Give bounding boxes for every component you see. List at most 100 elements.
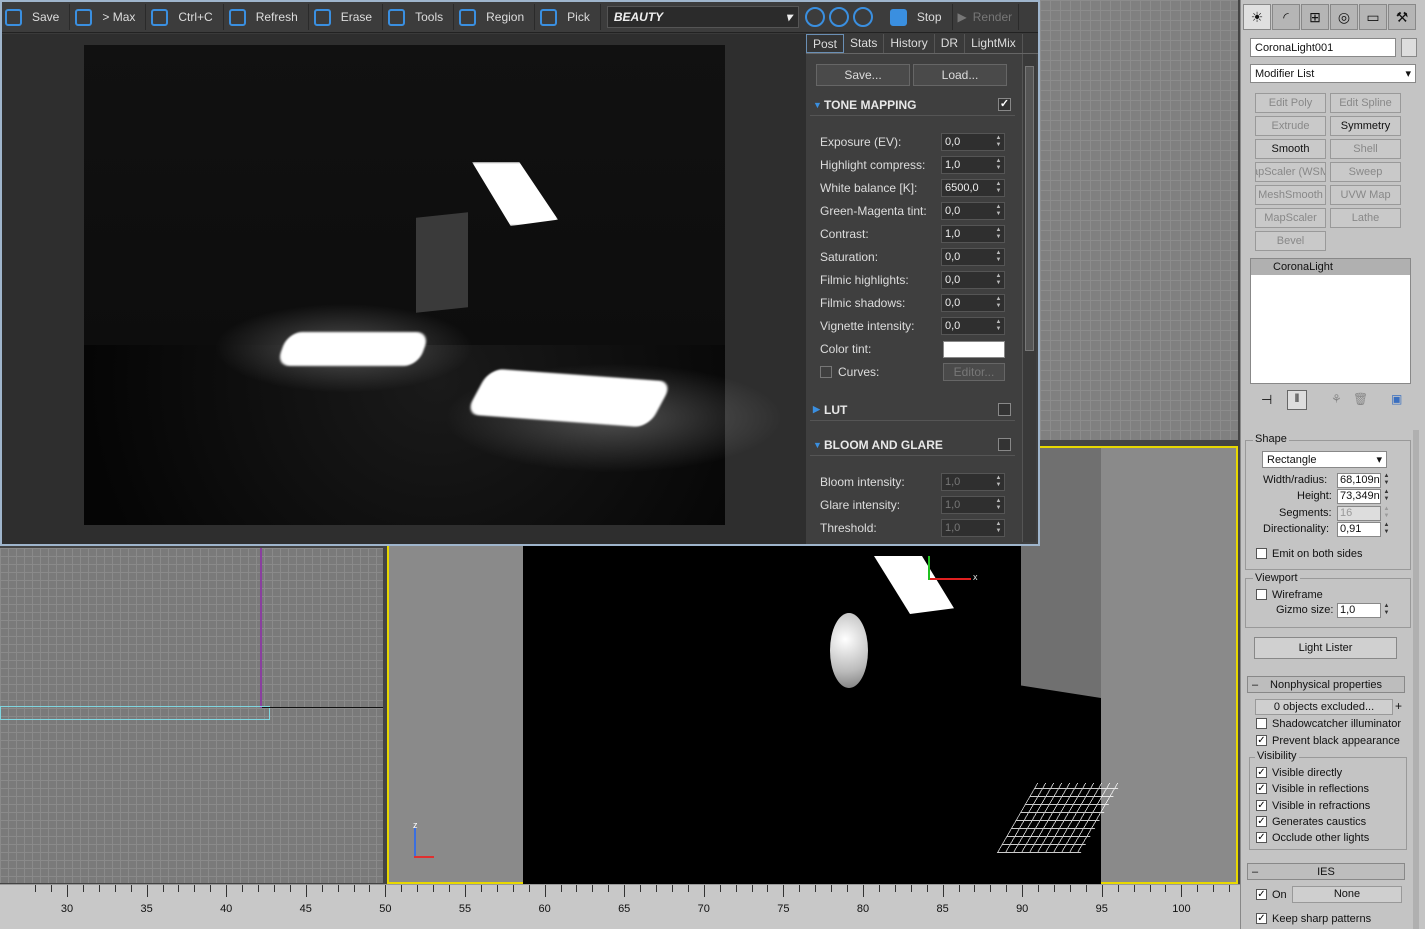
- directionality-spinner[interactable]: 0,91: [1337, 522, 1381, 537]
- spinner-arrows-icon[interactable]: ▲ ▼: [1382, 522, 1391, 537]
- bloom-glare-checkbox[interactable]: [998, 438, 1011, 451]
- toolbar-button-7[interactable]: Pick: [537, 4, 601, 30]
- vfb-tab[interactable]: DR: [935, 34, 966, 53]
- spinner-arrows-icon[interactable]: ▲ ▼: [994, 181, 1003, 195]
- load-settings-button[interactable]: Load...: [913, 64, 1007, 86]
- color-tint-swatch[interactable]: [943, 340, 1005, 358]
- zoom-out-icon[interactable]: [828, 7, 849, 27]
- display-tab-icon[interactable]: ▭: [1359, 4, 1387, 30]
- vfb-panel-scrollbar[interactable]: [1022, 54, 1036, 542]
- spinner-arrows-icon[interactable]: ▲ ▼: [994, 319, 1003, 333]
- visibility-checkbox[interactable]: ✓: [1256, 783, 1267, 795]
- spinner-arrows-icon[interactable]: ▲ ▼: [994, 296, 1003, 310]
- light-lister-button[interactable]: Light Lister: [1254, 637, 1397, 659]
- modifier-button[interactable]: Edit Spline: [1330, 93, 1401, 113]
- spinner-arrows-icon[interactable]: ▲ ▼: [994, 204, 1003, 218]
- vfb-tab[interactable]: History: [884, 34, 935, 53]
- show-end-result-icon[interactable]: ‖: [1287, 390, 1307, 410]
- zoom-in-icon[interactable]: [804, 7, 825, 27]
- modifier-button[interactable]: MeshSmooth: [1255, 185, 1326, 205]
- modifier-button[interactable]: Symmetry: [1330, 116, 1401, 136]
- toolbar-button-4[interactable]: Erase: [311, 4, 384, 30]
- curves-editor-button[interactable]: Editor...: [943, 363, 1005, 381]
- segments-spinner[interactable]: 16: [1337, 506, 1381, 521]
- command-panel-scrollbar[interactable]: [1413, 430, 1419, 929]
- modifier-button[interactable]: Extrude: [1255, 116, 1326, 136]
- lut-checkbox[interactable]: [998, 403, 1011, 416]
- height-spinner[interactable]: 73,349n: [1337, 489, 1381, 504]
- stop-button[interactable]: Stop: [887, 4, 953, 30]
- tone-mapping-checkbox[interactable]: ✓: [998, 98, 1011, 111]
- lut-header[interactable]: ▶ LUT: [810, 399, 1015, 421]
- remove-modifier-icon[interactable]: 🗑: [1353, 392, 1368, 406]
- spinner-arrows-icon[interactable]: ▲ ▼: [994, 227, 1003, 241]
- param-spinner[interactable]: 0,0 ▲ ▼: [941, 202, 1005, 220]
- toolbar-button-6[interactable]: Region: [456, 4, 536, 30]
- visibility-checkbox[interactable]: ✓: [1256, 815, 1267, 827]
- param-spinner[interactable]: 1,0 ▲ ▼: [941, 225, 1005, 243]
- ies-on-checkbox[interactable]: ✓: [1256, 889, 1267, 900]
- timeline-ruler[interactable]: 30 35 40 45 50 55 60 65 70 75 80 85 90 95 100: [0, 884, 1240, 929]
- visibility-checkbox[interactable]: ✓: [1256, 799, 1267, 811]
- add-exclude-icon[interactable]: +: [1395, 699, 1407, 715]
- curves-checkbox[interactable]: [820, 366, 832, 378]
- param-spinner[interactable]: 0,0 ▲ ▼: [941, 271, 1005, 289]
- spinner-arrows-icon[interactable]: ▲ ▼: [994, 521, 1003, 535]
- toolbar-button-5[interactable]: Tools: [385, 4, 455, 30]
- bloom-glare-header[interactable]: ▼ BLOOM AND GLARE: [810, 434, 1015, 456]
- spinner-arrows-icon[interactable]: ▲ ▼: [994, 498, 1003, 512]
- channel-select[interactable]: BEAUTY ▾: [606, 6, 799, 28]
- spinner-arrows-icon[interactable]: ▲ ▼: [1382, 603, 1391, 618]
- prevent-black-checkbox[interactable]: ✓: [1256, 735, 1267, 746]
- nonphysical-rollout-header[interactable]: – Nonphysical properties: [1247, 676, 1405, 693]
- spinner-arrows-icon[interactable]: ▲ ▼: [1382, 473, 1391, 488]
- spinner-arrows-icon[interactable]: ▲ ▼: [994, 135, 1003, 149]
- wireframe-checkbox[interactable]: [1256, 589, 1267, 600]
- modifier-button[interactable]: Edit Poly: [1255, 93, 1326, 113]
- param-spinner[interactable]: 0,0 ▲ ▼: [941, 133, 1005, 151]
- modifier-button[interactable]: Shell: [1330, 139, 1401, 159]
- ies-rollout-header[interactable]: – IES: [1247, 863, 1405, 880]
- shadowcatcher-checkbox[interactable]: [1256, 718, 1267, 729]
- modifier-button[interactable]: Smooth: [1255, 139, 1326, 159]
- param-spinner[interactable]: 1,0 ▲ ▼: [941, 156, 1005, 174]
- modify-tab-icon[interactable]: ◜: [1272, 4, 1300, 30]
- motion-tab-icon[interactable]: ◎: [1330, 4, 1358, 30]
- shape-type-dropdown[interactable]: Rectangle ▾: [1262, 451, 1387, 468]
- spinner-arrows-icon[interactable]: ▲ ▼: [1382, 489, 1391, 504]
- configure-modifiers-icon[interactable]: ▣: [1391, 392, 1402, 406]
- make-unique-icon[interactable]: ⚘: [1331, 392, 1342, 406]
- save-settings-button[interactable]: Save...: [816, 64, 910, 86]
- visibility-checkbox[interactable]: ✓: [1256, 832, 1267, 844]
- modifier-stack-item[interactable]: CoronaLight: [1251, 259, 1410, 275]
- toolbar-button-2[interactable]: Ctrl+C: [148, 4, 224, 30]
- hierarchy-tab-icon[interactable]: ⊞: [1301, 4, 1329, 30]
- toolbar-button-3[interactable]: Refresh: [226, 4, 309, 30]
- gizmo-size-spinner[interactable]: 1,0: [1337, 603, 1381, 618]
- render-button[interactable]: ▶ Render: [955, 4, 1020, 30]
- spinner-arrows-icon[interactable]: ▲ ▼: [994, 250, 1003, 264]
- create-tab-icon[interactable]: ☀: [1243, 4, 1271, 30]
- emit-both-sides-checkbox[interactable]: [1256, 548, 1267, 559]
- param-spinner[interactable]: 1,0 ▲ ▼: [941, 496, 1005, 514]
- param-spinner[interactable]: 1,0 ▲ ▼: [941, 519, 1005, 537]
- param-spinner[interactable]: 0,0 ▲ ▼: [941, 248, 1005, 266]
- spinner-arrows-icon[interactable]: ▲ ▼: [1382, 506, 1391, 521]
- scrollbar-thumb[interactable]: [1025, 66, 1034, 351]
- spinner-arrows-icon[interactable]: ▲ ▼: [994, 475, 1003, 489]
- utilities-tab-icon[interactable]: ⚒: [1388, 4, 1416, 30]
- viewport-left[interactable]: [0, 548, 383, 883]
- modifier-button[interactable]: Lathe: [1330, 208, 1401, 228]
- modifier-button[interactable]: apScaler (WSM: [1255, 162, 1326, 182]
- param-spinner[interactable]: 6500,0 ▲ ▼: [941, 179, 1005, 197]
- visibility-checkbox[interactable]: ✓: [1256, 767, 1267, 778]
- tone-mapping-header[interactable]: ▼ TONE MAPPING ✓: [810, 94, 1015, 116]
- zoom-fit-icon[interactable]: [852, 7, 873, 27]
- pin-stack-icon[interactable]: ⊣: [1261, 392, 1272, 408]
- modifier-button[interactable]: UVW Map: [1330, 185, 1401, 205]
- param-spinner[interactable]: 0,0 ▲ ▼: [941, 294, 1005, 312]
- keep-sharp-checkbox[interactable]: ✓: [1256, 913, 1267, 924]
- width-spinner[interactable]: 68,109n: [1337, 473, 1381, 488]
- ies-file-button[interactable]: None: [1292, 886, 1402, 903]
- modifier-button[interactable]: Bevel: [1255, 231, 1326, 251]
